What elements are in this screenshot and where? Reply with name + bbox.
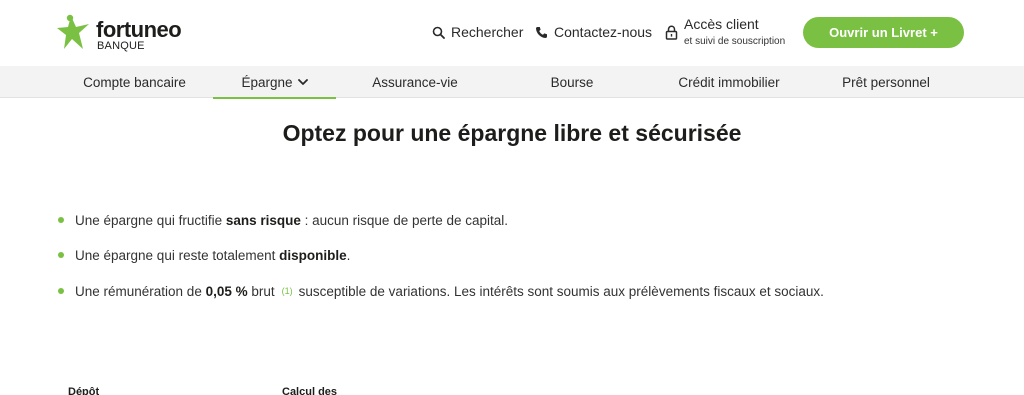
- bullet-text-pre: Une rémunération de: [75, 283, 206, 299]
- phone-icon: [536, 26, 547, 38]
- chevron-down-icon: [297, 78, 308, 85]
- contact-link[interactable]: Contactez-nous: [535, 23, 652, 41]
- bullet-dot: [58, 217, 64, 223]
- brand-logo[interactable]: fortuneo BANQUE: [56, 14, 196, 54]
- client-access-subtitle: et suivi de souscription: [684, 36, 786, 47]
- bullet-text-post: : aucun risque de perte de capital.: [300, 212, 509, 228]
- open-livret-button[interactable]: Ouvrir un Livret +: [803, 17, 964, 48]
- nav-item-label: Crédit immobilier: [678, 74, 780, 90]
- nav-item-label: Prêt personnel: [842, 74, 930, 90]
- bullet-text-post: susceptible de variations. Les intérêts …: [298, 283, 824, 299]
- list-item: Une épargne qui fructifie sans risque : …: [58, 210, 508, 230]
- page-title: Optez pour une épargne libre et sécurisé…: [282, 120, 742, 146]
- bullet-dot: [58, 252, 64, 258]
- nav-item-label: Compte bancaire: [83, 74, 186, 90]
- bullet-text-pre: Une épargne qui fructifie: [75, 212, 226, 228]
- nav-item-label: Bourse: [550, 74, 594, 90]
- nav-item-pret-personnel[interactable]: Prêt personnel: [826, 66, 946, 98]
- bullet-text-pre: Une épargne qui reste totalement: [75, 247, 280, 263]
- search-link[interactable]: Rechercher: [432, 23, 523, 41]
- bullet-text-mid: brut: [247, 283, 275, 299]
- main-nav: Compte bancaire Épargne Assurance-vie Bo…: [0, 66, 1024, 99]
- nav-item-epargne[interactable]: Épargne: [213, 66, 336, 99]
- section-label-depot: Dépôt: [68, 386, 100, 395]
- search-icon: [432, 26, 445, 39]
- nav-item-assurance-vie[interactable]: Assurance-vie: [355, 66, 475, 98]
- brand-subtitle: BANQUE: [97, 40, 145, 52]
- client-access-title: Accès client: [684, 16, 759, 32]
- section-label-calcul: Calcul des: [282, 386, 338, 395]
- contact-label: Contactez-nous: [554, 24, 653, 40]
- bullet-dot: [58, 288, 64, 294]
- nav-item-label: Assurance-vie: [372, 74, 458, 90]
- bullet-text-bold: sans risque: [225, 212, 301, 228]
- search-label: Rechercher: [451, 24, 524, 40]
- star-person-icon: [57, 14, 89, 49]
- nav-item-bourse[interactable]: Bourse: [522, 66, 622, 98]
- list-item: Une rémunération de 0,05 % brut (1) susc…: [58, 281, 824, 301]
- nav-item-compte-bancaire[interactable]: Compte bancaire: [64, 66, 205, 98]
- nav-item-credit-immobilier[interactable]: Crédit immobilier: [662, 66, 796, 98]
- list-item: Une épargne qui reste totalement disponi…: [58, 245, 350, 265]
- bullet-text-bold: 0,05 %: [205, 283, 248, 299]
- site-header: fortuneo BANQUE Rechercher Contactez-nou…: [0, 0, 1024, 66]
- footnote-link[interactable]: (1): [282, 286, 293, 296]
- bullet-text-bold: disponible: [279, 247, 347, 263]
- lock-icon: [665, 25, 678, 40]
- bullet-text-post: .: [346, 247, 351, 263]
- nav-item-label: Épargne: [241, 74, 293, 90]
